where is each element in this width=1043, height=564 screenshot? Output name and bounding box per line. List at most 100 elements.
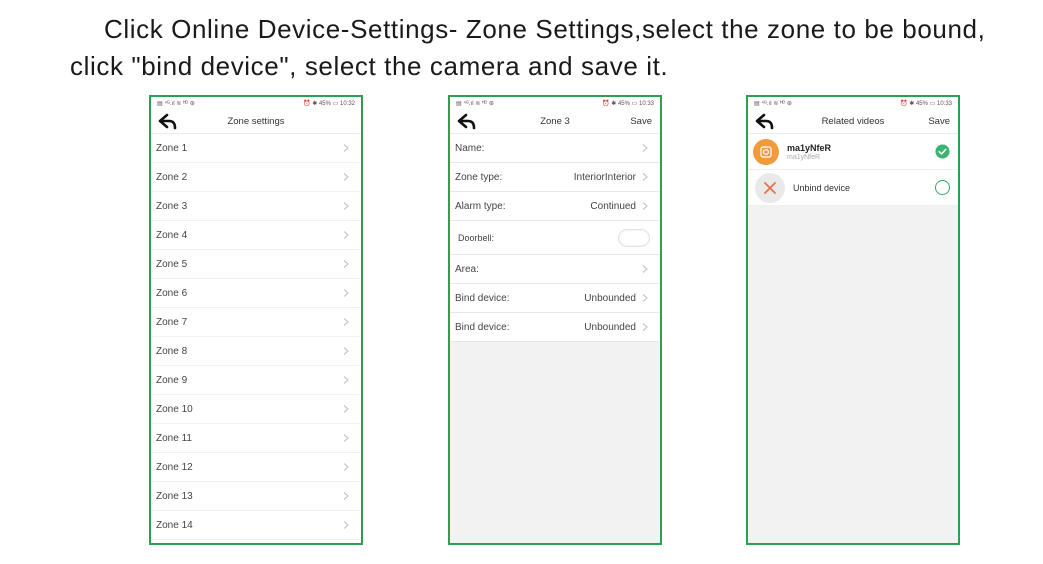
chevron-right-icon (343, 521, 349, 529)
zone-list-item[interactable]: Zone 12 (151, 453, 361, 482)
phone-screen-related-videos: ▤ ⁴ᴳ.ıl ≋ ᴴᴰ ⊛ ⏰ ✱ 45% ▭ 10:33 Related v… (746, 95, 960, 545)
status-bar: ▤ ⁴ᴳ.ıl ≋ ᴴᴰ ⊛ ⏰ ✱ 45% ▭ 10:33 (748, 97, 958, 110)
chevron-right-icon (343, 231, 349, 239)
zone-list-item[interactable]: Zone 2 (151, 163, 361, 192)
chevron-right-icon (343, 202, 349, 210)
zone-list-item[interactable]: Zone 6 (151, 279, 361, 308)
phone-screen-zone-detail: ▤ ⁴ᴳ.ıl ≋ ᴴᴰ ⊛ ⏰ ✱ 45% ▭ 10:33 Zone 3 Sa… (448, 95, 662, 545)
chevron-right-icon (642, 202, 648, 210)
phone-screen-zone-settings: ▤ ⁴ᴳ.ıl ≋ ᴴᴰ ⊛ ⏰ ✱ 45% ▭ 10:32 Zone sett… (149, 95, 363, 545)
status-bar: ▤ ⁴ᴳ.ıl ≋ ᴴᴰ ⊛ ⏰ ✱ 45% ▭ 10:32 (151, 97, 361, 110)
chevron-right-icon (343, 173, 349, 181)
zone-label: Zone 12 (156, 461, 193, 473)
alarm-type-value: Continued (590, 200, 636, 212)
chevron-right-icon (343, 318, 349, 326)
chevron-right-icon (343, 144, 349, 152)
zone-list-item[interactable]: Zone 5 (151, 250, 361, 279)
status-icons-left: ▤ ⁴ᴳ.ıl ≋ ᴴᴰ ⊛ (456, 101, 494, 107)
zone-label: Zone 1 (156, 142, 188, 154)
zone-label: Zone 9 (156, 374, 188, 386)
save-button[interactable]: Save (928, 116, 950, 127)
unbind-device-label: Unbind device (793, 182, 851, 193)
chevron-right-icon (343, 463, 349, 471)
zone-list-item[interactable]: Zone 7 (151, 308, 361, 337)
zone-list-item[interactable]: Zone 3 (151, 192, 361, 221)
status-icons-right: ⏰ ✱ 45% ▭ 10:32 (303, 101, 355, 107)
chevron-right-icon (343, 434, 349, 442)
close-icon (764, 181, 776, 194)
zone-label: Zone 6 (156, 287, 188, 299)
zone-list-item[interactable]: Zone 10 (151, 395, 361, 424)
zone-label: Zone 13 (156, 490, 193, 502)
screen-title: Zone settings (227, 116, 285, 127)
zone-type-label: Zone type: (455, 171, 503, 183)
zone-list: Zone 1 Zone 2 Zone 3 Zone 4 Zone 5 Zone 6 Zone… (151, 134, 361, 540)
zone-type-row[interactable]: Zone type: InteriorInterior (450, 163, 660, 192)
bind-device-row-2[interactable]: Bind device: Unbounded (450, 313, 660, 342)
camera-name: ma1yNfeR (787, 142, 832, 153)
zone-label: Zone 10 (156, 403, 193, 415)
doorbell-row: Doorbell: (450, 221, 660, 255)
area-label: Area: (455, 263, 479, 275)
chevron-right-icon (343, 347, 349, 355)
zone-list-item[interactable]: Zone 14 (151, 511, 361, 540)
zone-label: Zone 5 (156, 258, 188, 270)
zone-label: Zone 8 (156, 345, 188, 357)
bind-device-label: Bind device: (455, 292, 510, 304)
instruction-line-1: Click Online Device-Settings- Zone Setti… (104, 14, 986, 44)
check-circle-icon[interactable] (935, 144, 950, 159)
status-icons-right: ⏰ ✱ 45% ▭ 10:33 (602, 101, 654, 107)
camera-device-icon (760, 145, 772, 158)
zone-label: Zone 2 (156, 171, 188, 183)
zone-list-item[interactable]: Zone 11 (151, 424, 361, 453)
zone-list-item[interactable]: Zone 1 (151, 134, 361, 163)
status-icons-right: ⏰ ✱ 45% ▭ 10:33 (900, 101, 952, 107)
instruction-line-2: click "bind device", select the camera a… (70, 51, 669, 81)
zone-label: Zone 11 (156, 432, 192, 444)
zone-list-item[interactable]: Zone 4 (151, 221, 361, 250)
name-label: Name: (455, 142, 485, 154)
chevron-right-icon (642, 144, 648, 152)
chevron-right-icon (343, 376, 349, 384)
bind-device-label: Bind device: (455, 321, 510, 333)
screen-title: Zone 3 (540, 116, 570, 127)
chevron-right-icon (343, 260, 349, 268)
zone-label: Zone 4 (156, 229, 188, 241)
app-bar: Zone 3 Save (450, 110, 660, 134)
zone-label: Zone 14 (156, 519, 193, 531)
camera-item[interactable]: ma1yNfeR ma1yNfeR (748, 134, 958, 170)
camera-id: ma1yNfeR (787, 153, 821, 161)
bind-device-row-1[interactable]: Bind device: Unbounded (450, 284, 660, 313)
bind-device-value: Unbounded (584, 292, 636, 304)
area-row[interactable]: Area: (450, 255, 660, 284)
zone-list-item[interactable]: Zone 9 (151, 366, 361, 395)
save-button[interactable]: Save (630, 116, 652, 127)
chevron-right-icon (343, 405, 349, 413)
bind-device-value: Unbounded (584, 321, 636, 333)
chevron-right-icon (642, 265, 648, 273)
zone-list-item[interactable]: Zone 13 (151, 482, 361, 511)
unbind-avatar (755, 172, 785, 203)
camera-avatar (753, 138, 779, 165)
chevron-right-icon (642, 173, 648, 181)
status-icons-left: ▤ ⁴ᴳ.ıl ≋ ᴴᴰ ⊛ (754, 101, 792, 107)
screen-title: Related videos (821, 116, 885, 127)
app-bar: Zone settings (151, 110, 361, 134)
name-row[interactable]: Name: (450, 134, 660, 163)
doorbell-label: Doorbell: (458, 232, 495, 243)
status-bar: ▤ ⁴ᴳ.ıl ≋ ᴴᴰ ⊛ ⏰ ✱ 45% ▭ 10:33 (450, 97, 660, 110)
unbind-device-item[interactable]: Unbind device (748, 170, 958, 206)
chevron-right-icon (642, 323, 648, 331)
chevron-right-icon (343, 289, 349, 297)
alarm-type-label: Alarm type: (455, 200, 506, 212)
doorbell-toggle[interactable] (618, 228, 650, 247)
zone-label: Zone 3 (156, 200, 188, 212)
chevron-right-icon (343, 492, 349, 500)
zone-list-item[interactable]: Zone 8 (151, 337, 361, 366)
status-icons-left: ▤ ⁴ᴳ.ıl ≋ ᴴᴰ ⊛ (157, 101, 195, 107)
app-bar: Related videos Save (748, 110, 958, 134)
alarm-type-row[interactable]: Alarm type: Continued (450, 192, 660, 221)
unbind-radio[interactable] (935, 180, 950, 195)
chevron-right-icon (642, 294, 648, 302)
zone-label: Zone 7 (156, 316, 188, 328)
